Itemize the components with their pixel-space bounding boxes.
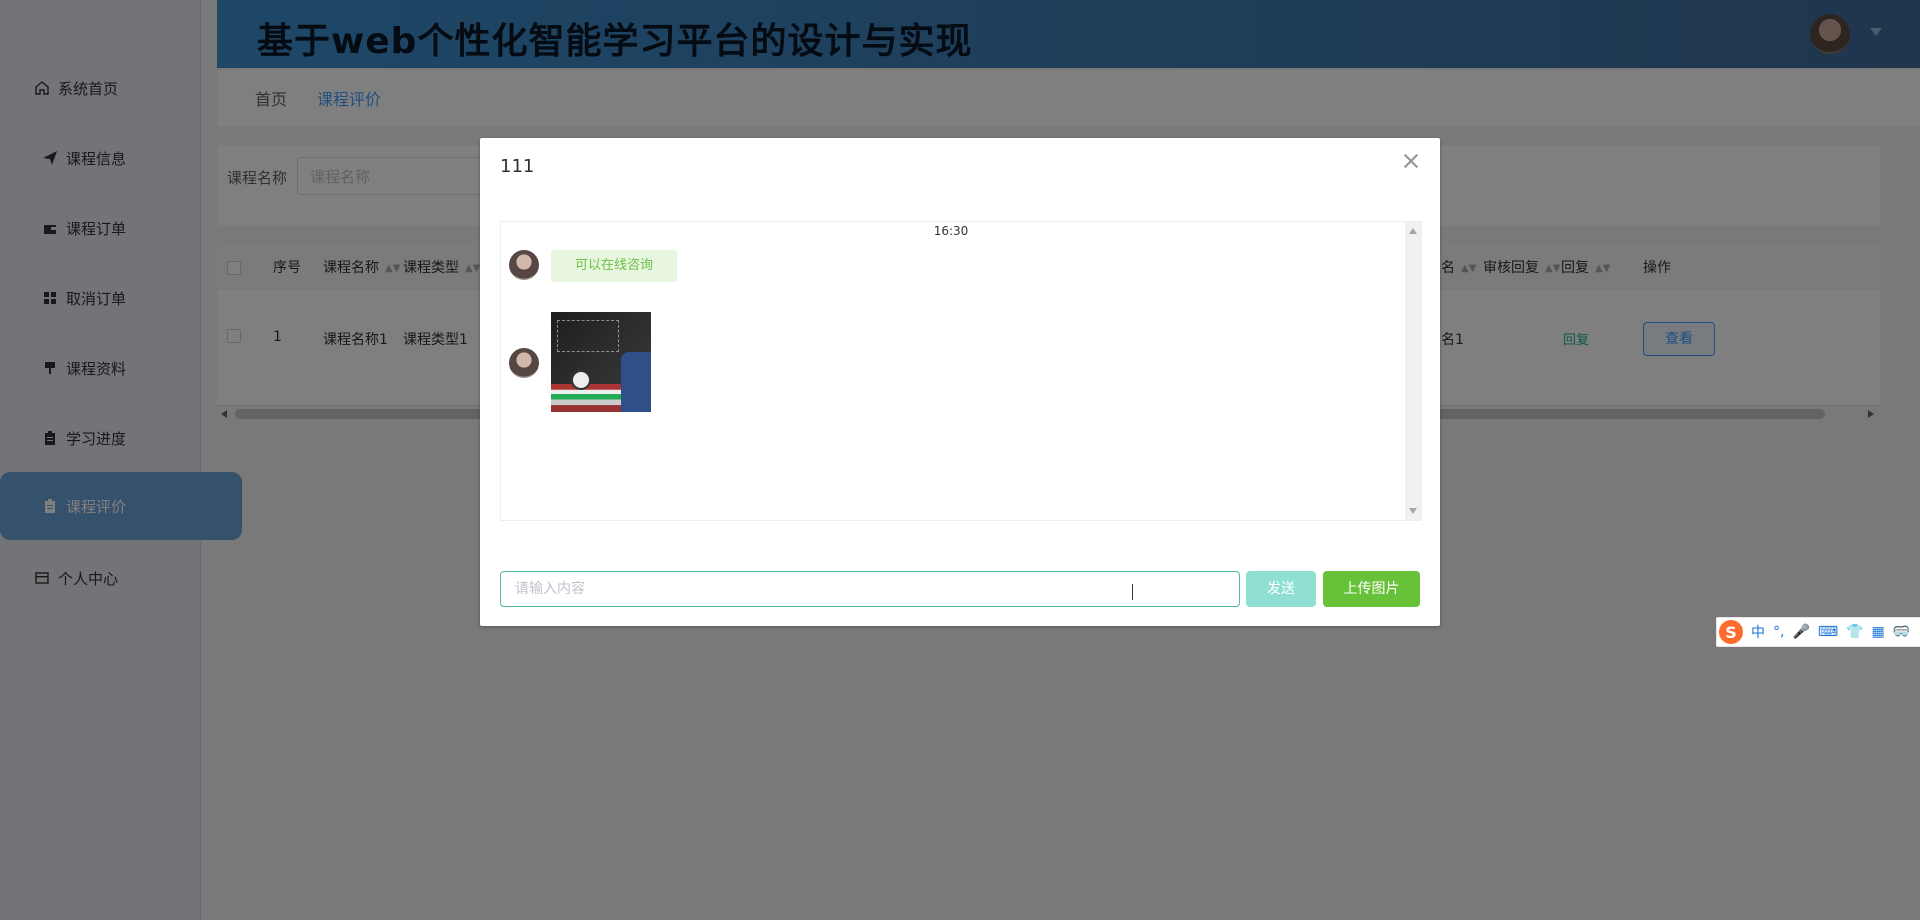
message-image[interactable]: [551, 312, 651, 412]
clock-icon: [571, 370, 591, 390]
punctuation-icon[interactable]: °,: [1773, 624, 1784, 640]
sogou-logo-icon[interactable]: S: [1719, 620, 1743, 644]
message-bubble: 可以在线咨询: [551, 250, 678, 282]
app-root: 系统首页 课程信息 课程订单 取消订单: [0, 0, 1920, 920]
chinese-mode-icon[interactable]: 中: [1751, 622, 1765, 642]
skin-icon[interactable]: 👕: [1846, 624, 1863, 640]
chat-dialog: 111 16:30 可以在线咨询 请输入内容 发送 上传图片: [480, 138, 1440, 626]
send-button[interactable]: 发送: [1246, 571, 1316, 607]
message-input[interactable]: 请输入内容: [500, 571, 1240, 607]
avatar: [509, 348, 539, 378]
chalkboard-drawing: [557, 320, 619, 352]
person-figure: [621, 352, 651, 412]
apps-grid-icon[interactable]: ▦: [1872, 624, 1885, 640]
dialog-title: 111: [500, 156, 535, 177]
chat-messages: 16:30 可以在线咨询: [500, 221, 1422, 521]
close-icon[interactable]: [1402, 152, 1420, 170]
goggles-icon[interactable]: 🥽: [1893, 624, 1910, 640]
avatar: [509, 250, 539, 280]
vertical-scrollbar[interactable]: [1405, 222, 1421, 520]
ime-toolbar: S 中 °, 🎤 ⌨ 👕 ▦ 🥽: [1716, 617, 1920, 647]
text-cursor: [1132, 584, 1133, 600]
upload-image-button[interactable]: 上传图片: [1323, 571, 1420, 607]
scroll-down-icon[interactable]: [1409, 508, 1417, 514]
scroll-up-icon[interactable]: [1409, 228, 1417, 234]
message-time: 16:30: [933, 224, 969, 238]
keyboard-icon[interactable]: ⌨: [1818, 624, 1838, 640]
microphone-icon[interactable]: 🎤: [1792, 624, 1809, 640]
